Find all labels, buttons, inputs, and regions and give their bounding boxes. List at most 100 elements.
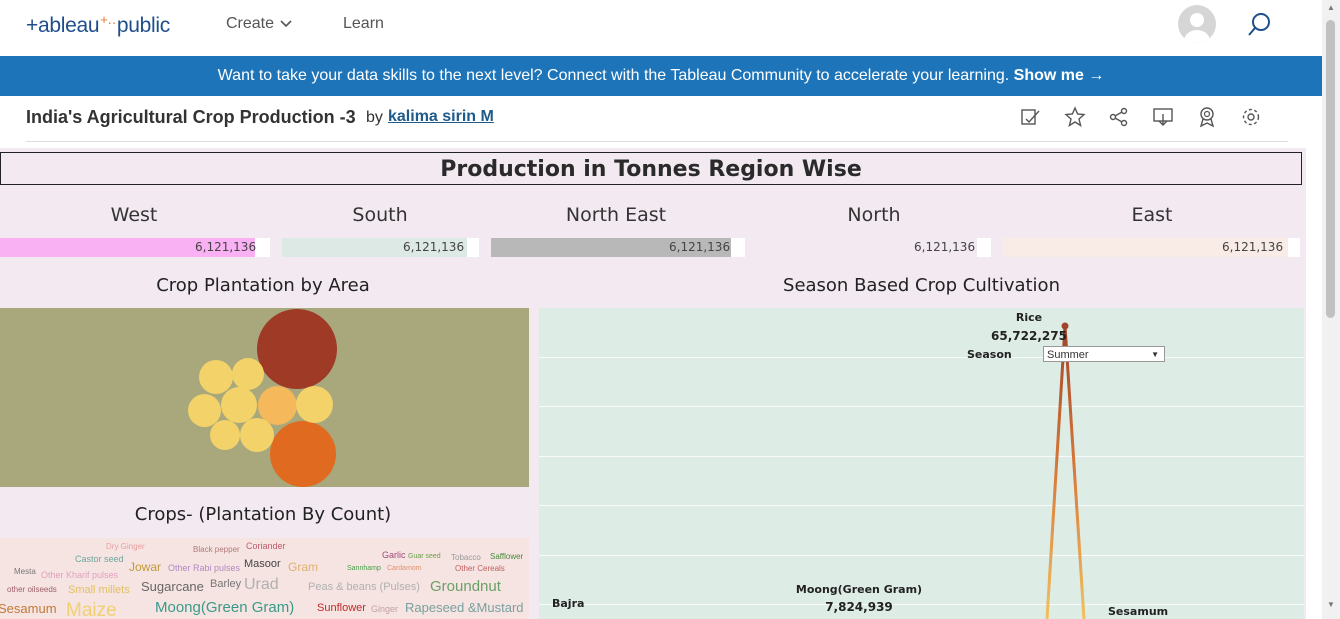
word-item[interactable]: Mesta [14,567,36,576]
region-value-west: 6,121,136 [195,240,257,254]
word-item[interactable]: Urad [244,576,279,594]
moong-value: 7,824,939 [825,600,893,614]
star-icon[interactable] [1064,106,1086,128]
sesamum-label: Sesamum [1108,605,1169,618]
crop-area-bubble-chart[interactable] [0,308,529,487]
word-item[interactable]: Moong(Green Gram) [155,599,294,616]
viz-title: India's Agricultural Crop Production -3 [26,107,356,127]
season-filter-label: Season [967,348,1012,361]
show-me-link[interactable]: Show me → [1014,67,1105,84]
word-item[interactable]: Dry Ginger [106,542,145,551]
word-item[interactable]: Coriander [246,541,286,551]
logo-text-public: public [116,14,170,37]
word-item[interactable]: Other Cereals [455,564,505,573]
dropdown-arrow-icon: ▼ [1151,350,1159,359]
viz-header: India's Agricultural Crop Production -3 … [0,96,1322,141]
word-item[interactable]: Cardamom [387,565,422,572]
chevron-down-icon [280,20,293,28]
rice-label: Rice [1015,311,1043,324]
download-icon[interactable] [1152,106,1174,128]
region-bar-south[interactable]: 6,121,136 [282,238,479,257]
word-item[interactable]: Sugarcane [141,579,204,594]
word-item[interactable]: Sesamum [0,601,57,616]
badge-icon[interactable] [1196,106,1218,128]
logo-text-tableau: +ableau [26,14,100,37]
edit-icon[interactable] [1020,106,1042,128]
region-name-north-east: North East [565,204,667,226]
word-item[interactable]: Jowar [129,560,161,574]
word-item[interactable]: Tobacco [451,553,481,562]
word-item[interactable]: Groundnut [430,578,501,595]
word-item[interactable]: Gram [288,560,318,574]
bajra-label: Bajra [552,597,585,610]
logo-plus-mark: +‥ [100,12,116,27]
tableau-public-logo[interactable]: +ableau+‥public [26,12,170,38]
rice-value: 65,722,275 [991,329,1067,343]
region-value-north: 6,121,136 [914,240,976,254]
bubble-mark[interactable] [210,420,240,450]
season-line-left [1045,325,1067,619]
word-item[interactable]: Ginger [371,604,398,614]
dashboard: Production in Tonnes Region Wise West So… [0,148,1306,619]
bubble-mark[interactable] [257,309,337,389]
region-bar-north[interactable]: 6,121,136 [757,238,991,257]
page-scrollbar[interactable]: ▲ ▼ [1322,0,1340,619]
word-item[interactable]: Masoor [244,558,281,570]
season-crop-chart[interactable]: Rice 65,722,275 Season Summer ▼ Moong(Gr… [539,308,1304,619]
scroll-down-icon[interactable]: ▼ [1327,600,1335,609]
nav-create-label: Create [226,15,275,32]
bubble-mark[interactable] [270,421,336,487]
moong-label: Moong(Green Gram) [795,583,923,596]
search-icon[interactable] [1246,12,1272,43]
bubble-mark[interactable] [296,386,333,423]
region-name-west: West [110,204,158,226]
word-item[interactable]: Guar seed [408,553,441,560]
word-item[interactable]: Maize [66,600,117,619]
region-name-south: South [352,204,408,226]
community-banner: Want to take your data skills to the nex… [0,56,1322,96]
area-chart-title: Crop Plantation by Area [156,275,370,296]
word-item[interactable]: Small millets [68,584,130,596]
season-chart-title: Season Based Crop Cultivation [783,275,1060,296]
header-divider [26,141,1288,142]
share-icon[interactable] [1108,106,1130,128]
word-item[interactable]: Sannhamp [347,565,381,572]
season-dropdown[interactable]: Summer ▼ [1043,346,1165,362]
bubble-mark[interactable] [240,418,274,452]
author-link[interactable]: kalima sirin M [388,108,494,126]
region-name-east: East [1131,204,1173,226]
region-value-north-east: 6,121,136 [669,240,731,254]
top-nav: +ableau+‥public Create Learn [0,0,1322,56]
word-item[interactable]: Rapeseed &Mustard [405,600,524,615]
count-chart-title: Crops- (Plantation By Count) [134,504,392,525]
word-item[interactable]: Barley [210,578,241,590]
region-value-south: 6,121,136 [403,240,465,254]
region-bar-east[interactable]: 6,121,136 [1003,238,1300,257]
crop-count-word-cloud[interactable]: Dry Ginger Black pepper Coriander Garlic… [0,538,529,619]
nav-learn-link[interactable]: Learn [343,15,384,33]
banner-text: Want to take your data skills to the nex… [217,67,1010,84]
word-item[interactable]: Peas & beans (Pulses) [308,581,420,593]
user-silhouette-icon [1184,13,1210,43]
season-line-svg [1045,322,1086,619]
user-avatar[interactable] [1178,5,1216,43]
season-line-right [1063,325,1086,619]
bubble-mark[interactable] [199,360,233,394]
word-item[interactable]: Other Rabi pulses [168,563,240,573]
settings-icon[interactable] [1240,106,1262,128]
scrollbar-thumb[interactable] [1326,20,1335,318]
word-item[interactable]: Safflower [490,552,523,561]
word-item[interactable]: other oilseeds [7,585,57,594]
word-item[interactable]: Black pepper [193,545,240,554]
region-bar-west[interactable]: 6,121,136 [0,238,270,257]
bubble-mark[interactable] [232,358,264,390]
word-item[interactable]: Castor seed [75,554,124,564]
dashboard-title: Production in Tonnes Region Wise [0,152,1302,185]
nav-create-menu[interactable]: Create [226,15,293,33]
season-dropdown-value: Summer [1047,349,1089,361]
word-item[interactable]: Garlic [382,550,406,560]
scroll-up-icon[interactable]: ▲ [1327,3,1335,12]
word-item[interactable]: Sunflower [317,602,366,614]
word-item[interactable]: Other Kharif pulses [41,570,118,580]
region-bar-north-east[interactable]: 6,121,136 [491,238,745,257]
